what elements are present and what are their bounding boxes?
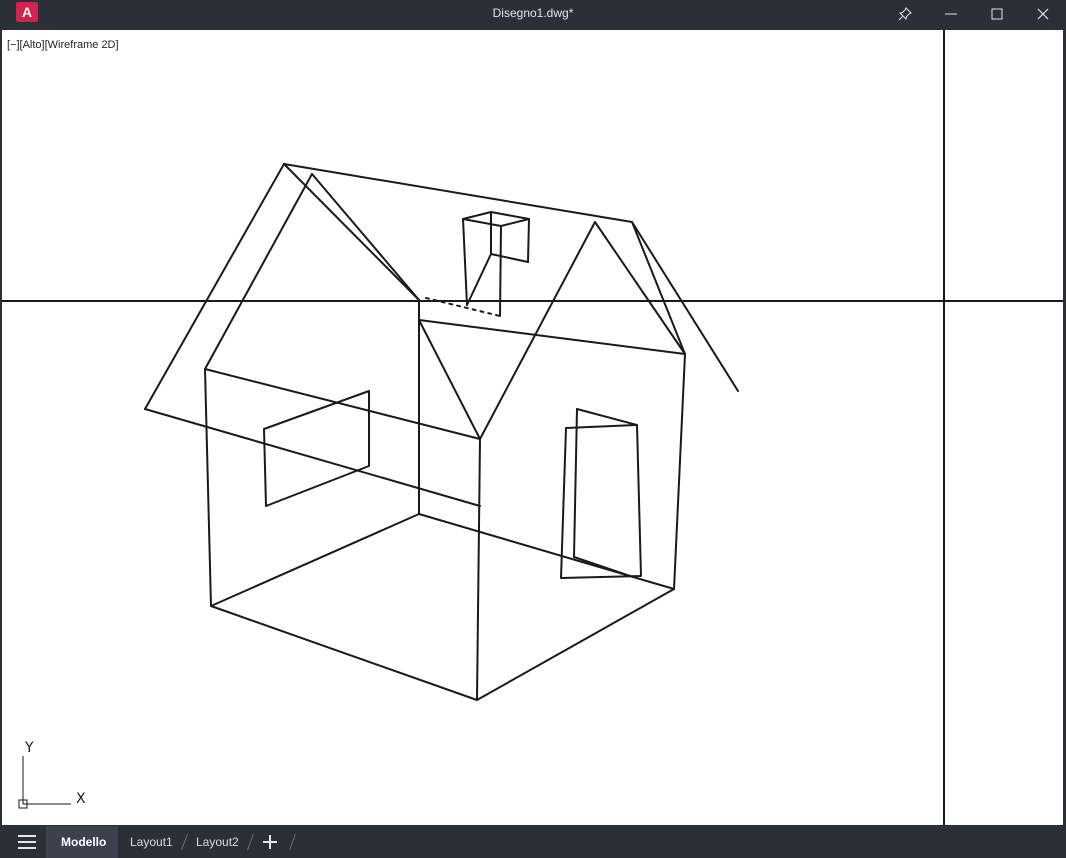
crosshair-cursor	[2, 30, 1063, 825]
roof-outline	[144, 163, 739, 410]
layout-tabs-bar: Modello Layout1 Layout2	[0, 826, 1066, 858]
chimney-edge-3	[527, 218, 530, 263]
plus-icon[interactable]	[262, 834, 278, 850]
close-icon[interactable]	[1020, 0, 1066, 28]
house-wireframe	[144, 163, 739, 701]
maximize-icon[interactable]	[974, 0, 1020, 28]
tab-layout1[interactable]: Layout1	[120, 826, 183, 858]
roof-front-edge	[144, 408, 481, 507]
wall-top-corner	[418, 319, 481, 440]
door-bottom	[573, 556, 631, 577]
autocad-logo-icon[interactable]: A	[16, 2, 38, 22]
ucs-icon	[18, 756, 71, 809]
ucs-x-label: X	[76, 791, 86, 807]
drawing-viewport[interactable]: Y X [−][Alto][Wireframe 2D]	[2, 30, 1063, 825]
chimney-top	[462, 211, 530, 227]
title-bar: A Disegno1.dwg*	[0, 0, 1066, 28]
right-gable	[479, 221, 686, 440]
wall-left-vertical	[204, 368, 212, 607]
hamburger-icon[interactable]	[18, 835, 36, 849]
tab-separator	[289, 834, 296, 850]
house-wireframe-drawing[interactable]: Y X	[2, 30, 1063, 825]
tab-layout2[interactable]: Layout2	[186, 826, 249, 858]
chimney-edge-1	[462, 218, 468, 306]
door-frame	[560, 408, 642, 579]
door-leaf	[573, 408, 578, 558]
pin-icon[interactable]	[882, 0, 928, 28]
ucs-y-label: Y	[24, 740, 34, 756]
left-gable	[204, 173, 420, 370]
floor-back	[210, 513, 675, 607]
wall-right-vertical	[673, 353, 686, 590]
viewport-controls-label[interactable]: [−][Alto][Wireframe 2D]	[7, 39, 119, 51]
chimney-base	[466, 253, 529, 306]
chimney-edge-2	[499, 225, 502, 317]
wall-top-front	[204, 368, 481, 440]
wall-corner-vertical	[476, 438, 481, 701]
tab-modello[interactable]: Modello	[46, 826, 119, 858]
floor-front	[210, 588, 675, 701]
left-gable-inner	[283, 163, 420, 301]
minimize-icon[interactable]	[928, 0, 974, 28]
wall-top-back	[418, 319, 686, 355]
